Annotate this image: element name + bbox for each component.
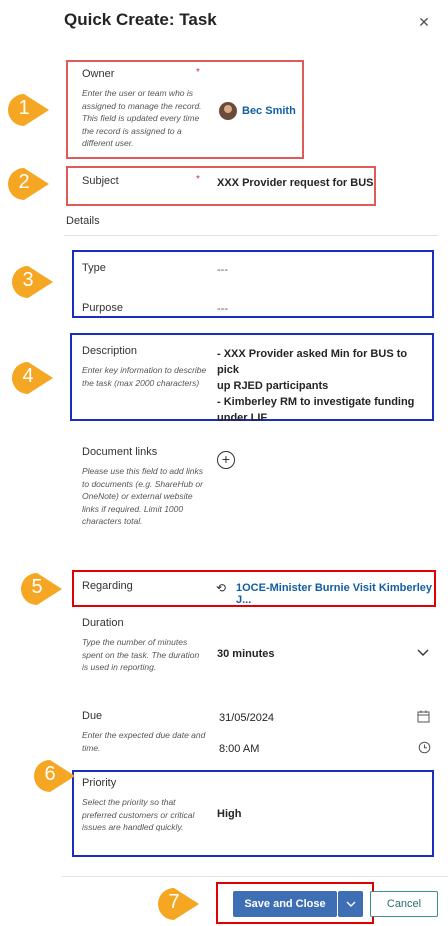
owner-required-marker: * [196, 67, 200, 78]
callout-marker-2: 2 [6, 166, 50, 202]
close-icon[interactable]: ✕ [414, 12, 434, 32]
regarding-label: Regarding [82, 580, 133, 592]
type-label: Type [82, 262, 106, 274]
document-links-label: Document links [82, 446, 158, 458]
callout-number: 2 [18, 171, 30, 193]
callout-number: 6 [44, 763, 56, 785]
add-link-icon[interactable]: + [217, 451, 235, 469]
document-links-hint: Please use this field to add links to do… [82, 466, 203, 526]
chevron-down-icon[interactable] [416, 646, 430, 660]
subject-input[interactable]: XXX Provider request for BUS [217, 177, 374, 189]
owner-label: Owner [82, 68, 115, 80]
subject-label: Subject [82, 175, 119, 187]
regarding-value-link[interactable]: 1OCE-Minister Burnie Visit Kimberley J..… [236, 582, 448, 606]
dialog-title: Quick Create: Task [64, 10, 217, 29]
regarding-record-icon: ⟲ [216, 581, 227, 595]
callout-marker-3: 3 [10, 264, 54, 300]
avatar [219, 102, 237, 120]
callout-number: 4 [22, 365, 34, 387]
priority-hint: Select the priority so that preferred cu… [82, 797, 195, 832]
callout-marker-7: 7 [156, 886, 200, 922]
priority-label: Priority [82, 777, 117, 789]
owner-hint: Enter the user or team who is assigned t… [82, 88, 202, 148]
purpose-label: Purpose [82, 302, 123, 314]
due-hint: Enter the expected due date and time. [82, 730, 206, 753]
callout-number: 1 [18, 97, 30, 119]
save-options-chevron-icon[interactable] [338, 891, 363, 917]
duration-label: Duration [82, 617, 124, 629]
cancel-button[interactable]: Cancel [370, 891, 438, 917]
calendar-icon[interactable] [417, 710, 430, 723]
type-purpose-highlight [72, 250, 434, 318]
description-line: - XXX Provider asked Min for BUS to pick [217, 348, 408, 376]
details-divider [64, 235, 438, 236]
owner-value-link[interactable]: Bec Smith [242, 105, 296, 117]
callout-marker-1: 1 [6, 92, 50, 128]
duration-select[interactable]: 30 minutes [217, 648, 274, 660]
callout-number: 5 [31, 576, 43, 598]
subject-required-marker: * [196, 174, 200, 185]
description-hint: Enter key information to describe the ta… [82, 365, 207, 388]
clock-icon[interactable] [418, 741, 431, 754]
callout-number: 7 [168, 891, 180, 913]
due-date-input[interactable]: 31/05/2024 [219, 712, 274, 724]
callout-marker-6: 6 [32, 758, 76, 794]
due-time-input[interactable]: 8:00 AM [219, 743, 259, 755]
duration-hint: Type the number of minutes spent on the … [82, 637, 200, 672]
due-label: Due [82, 710, 103, 722]
description-label: Description [82, 345, 138, 357]
purpose-select[interactable]: --- [217, 303, 228, 315]
description-line: - Kimberley RM to investigate funding [217, 396, 415, 408]
save-and-close-button[interactable]: Save and Close [233, 891, 337, 917]
type-select[interactable]: --- [217, 264, 228, 276]
description-line: under LIF [217, 412, 268, 424]
footer-divider [62, 876, 448, 877]
description-line: up RJED participants [217, 380, 329, 392]
callout-number: 3 [22, 269, 34, 291]
details-heading: Details [66, 215, 100, 227]
priority-select[interactable]: High [217, 808, 241, 820]
description-textarea[interactable]: - XXX Provider asked Min for BUS to pick… [217, 346, 432, 426]
callout-marker-5: 5 [19, 571, 63, 607]
callout-marker-4: 4 [10, 360, 54, 396]
